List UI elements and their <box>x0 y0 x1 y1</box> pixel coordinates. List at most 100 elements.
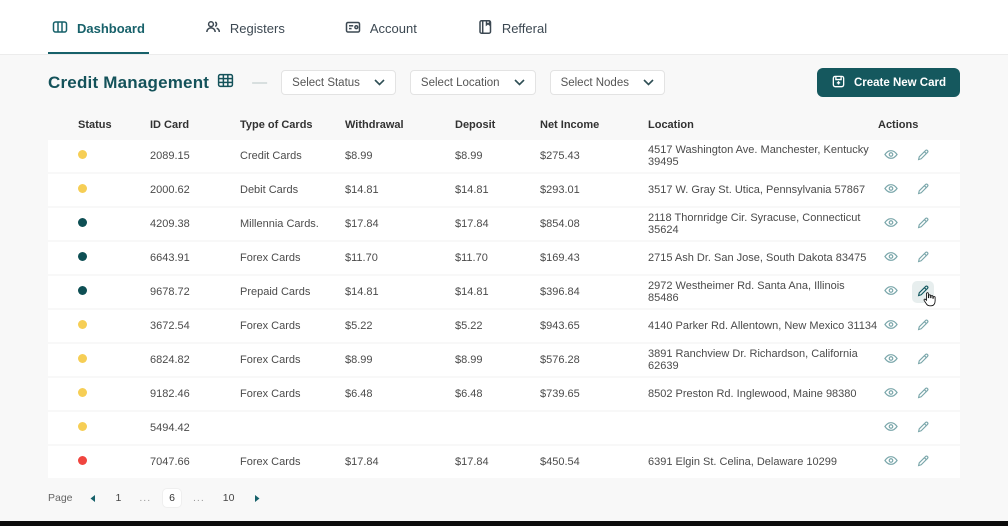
net-income-cell: $739.65 <box>540 388 648 400</box>
card-type-cell: Forex Cards <box>240 456 345 468</box>
edit-button[interactable] <box>912 315 934 337</box>
edit-button[interactable] <box>912 417 934 439</box>
id-card-cell: 5494.42 <box>150 422 240 434</box>
tab-refferal-label: Refferal <box>502 21 547 36</box>
status-cell <box>48 184 150 196</box>
pencil-icon <box>916 250 930 267</box>
withdrawal-cell: $14.81 <box>345 286 455 298</box>
book-icon <box>477 19 493 38</box>
page-number-10[interactable]: 10 <box>217 489 241 507</box>
page-number-1[interactable]: 1 <box>110 489 128 507</box>
card-type-cell: Prepaid Cards <box>240 286 345 298</box>
view-button[interactable] <box>880 417 902 439</box>
edit-button[interactable] <box>912 383 934 405</box>
edit-button[interactable] <box>912 349 934 371</box>
status-dot <box>78 252 87 261</box>
table-body: 2089.15 Credit Cards $8.99 $8.99 $275.43… <box>48 140 960 478</box>
page-number-6-current[interactable]: 6 <box>163 489 181 507</box>
pencil-icon <box>916 216 930 233</box>
status-cell <box>48 456 150 468</box>
pencil-icon <box>916 148 930 165</box>
status-dot <box>78 286 87 295</box>
table-row: 2000.62 Debit Cards $14.81 $14.81 $293.0… <box>48 174 960 206</box>
status-cell <box>48 422 150 434</box>
tab-account[interactable]: Account <box>341 1 421 54</box>
location-cell: 6391 Elgin St. Celina, Delaware 10299 <box>648 456 878 468</box>
edit-button[interactable] <box>912 451 934 473</box>
edit-button[interactable] <box>912 145 934 167</box>
view-button[interactable] <box>880 281 902 303</box>
edit-button[interactable] <box>912 247 934 269</box>
edit-button[interactable] <box>912 213 934 235</box>
select-status-dropdown[interactable]: Select Status <box>281 70 396 95</box>
table-row: 7047.66 Forex Cards $17.84 $17.84 $450.5… <box>48 446 960 478</box>
pencil-icon <box>916 318 930 335</box>
net-income-cell: $576.28 <box>540 354 648 366</box>
deposit-cell: $14.81 <box>455 184 540 196</box>
status-dot <box>78 184 87 193</box>
prev-page-button[interactable] <box>87 492 98 505</box>
view-button[interactable] <box>880 315 902 337</box>
id-card-cell: 7047.66 <box>150 456 240 468</box>
withdrawal-cell: $8.99 <box>345 354 455 366</box>
pencil-icon <box>916 284 930 301</box>
location-cell: 2715 Ash Dr. San Jose, South Dakota 8347… <box>648 252 878 264</box>
edit-button[interactable] <box>912 179 934 201</box>
chevron-down-icon <box>514 77 525 89</box>
column-header-status: Status <box>48 119 150 131</box>
deposit-cell: $11.70 <box>455 252 540 264</box>
card-type-cell: Forex Cards <box>240 354 345 366</box>
table-row: 2089.15 Credit Cards $8.99 $8.99 $275.43… <box>48 140 960 172</box>
table-row: 6643.91 Forex Cards $11.70 $11.70 $169.4… <box>48 242 960 274</box>
location-cell: 2118 Thornridge Cir. Syracuse, Connectic… <box>648 212 878 236</box>
chevron-down-icon <box>374 77 385 89</box>
pencil-icon <box>916 420 930 437</box>
net-income-cell: $943.65 <box>540 320 648 332</box>
table-row: 4209.38 Millennia Cards. $17.84 $17.84 $… <box>48 208 960 240</box>
next-page-button[interactable] <box>252 492 263 505</box>
deposit-cell: $8.99 <box>455 150 540 162</box>
view-button[interactable] <box>880 451 902 473</box>
id-card-cell: 6824.82 <box>150 354 240 366</box>
view-button[interactable] <box>880 213 902 235</box>
pagination-label: Page <box>48 492 73 504</box>
tab-registers[interactable]: Registers <box>201 1 289 54</box>
edit-button[interactable] <box>912 281 934 303</box>
view-button[interactable] <box>880 179 902 201</box>
location-cell: 8502 Preston Rd. Inglewood, Maine 98380 <box>648 388 878 400</box>
create-new-card-button[interactable]: Create New Card <box>817 68 960 97</box>
withdrawal-cell: $14.81 <box>345 184 455 196</box>
select-nodes-dropdown[interactable]: Select Nodes <box>550 70 665 95</box>
select-status-label: Select Status <box>292 77 360 89</box>
view-button[interactable] <box>880 349 902 371</box>
column-header-net-income: Net Income <box>540 119 648 131</box>
net-income-cell: $169.43 <box>540 252 648 264</box>
id-card-cell: 3672.54 <box>150 320 240 332</box>
withdrawal-cell: $5.22 <box>345 320 455 332</box>
net-income-cell: $396.84 <box>540 286 648 298</box>
column-header-location: Location <box>648 119 878 131</box>
net-income-cell: $275.43 <box>540 150 648 162</box>
credit-table: Status ID Card Type of Cards Withdrawal … <box>0 110 1008 478</box>
actions-cell <box>878 349 960 371</box>
tab-refferal[interactable]: Refferal <box>473 1 551 54</box>
deposit-cell: $17.84 <box>455 456 540 468</box>
column-header-id-card: ID Card <box>150 119 240 131</box>
eye-icon <box>883 284 899 300</box>
id-card-cell: 2089.15 <box>150 150 240 162</box>
view-button[interactable] <box>880 145 902 167</box>
view-button[interactable] <box>880 247 902 269</box>
eye-icon <box>883 386 899 402</box>
tab-dashboard[interactable]: Dashboard <box>48 1 149 54</box>
select-location-dropdown[interactable]: Select Location <box>410 70 536 95</box>
table-row: 6824.82 Forex Cards $8.99 $8.99 $576.28 … <box>48 344 960 376</box>
id-card-cell: 2000.62 <box>150 184 240 196</box>
status-dot <box>78 320 87 329</box>
card-type-cell: Millennia Cards. <box>240 218 345 230</box>
id-card-cell: 4209.38 <box>150 218 240 230</box>
status-cell <box>48 354 150 366</box>
chevron-down-icon <box>643 77 654 89</box>
dashboard-icon <box>52 19 68 38</box>
tab-registers-label: Registers <box>230 21 285 36</box>
view-button[interactable] <box>880 383 902 405</box>
